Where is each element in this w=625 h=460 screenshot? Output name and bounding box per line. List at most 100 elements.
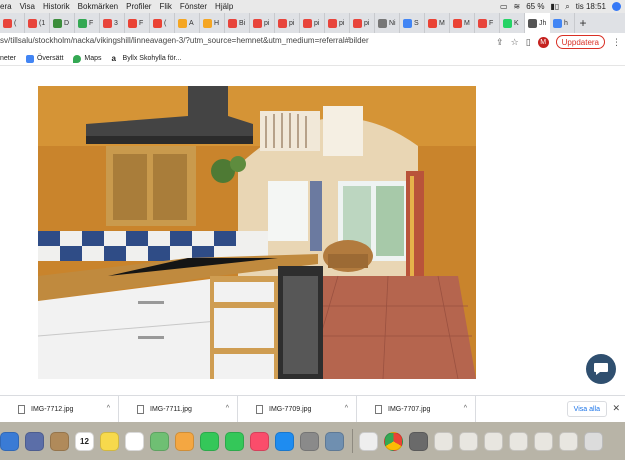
listing-photo[interactable] [38, 86, 476, 379]
browser-tab[interactable]: H [200, 13, 225, 33]
calendar-icon[interactable]: 12 [75, 431, 94, 451]
music-icon[interactable] [250, 431, 269, 451]
browser-tab[interactable]: Bi [225, 13, 250, 33]
download-item[interactable]: IMG-7712.jpg ^ [0, 395, 119, 423]
bookmark-oversatt[interactable]: Översätt [25, 54, 63, 63]
tab-label: pi [264, 19, 270, 27]
display-icon[interactable]: ▭ [500, 2, 508, 11]
tab-label: (1 [39, 19, 46, 27]
bookmark-label: Byllx Skohylla för... [122, 55, 182, 62]
chevron-up-icon[interactable]: ^ [107, 405, 110, 412]
menu-flik[interactable]: Flik [155, 2, 175, 11]
download-filename: IMG-7712.jpg [31, 405, 74, 413]
address-bar: sv/tillsalu/stockholm/nacka/vikingshill/… [0, 33, 625, 52]
contacts-icon[interactable] [50, 431, 69, 451]
window-6-icon[interactable] [559, 431, 578, 451]
more-menu-icon[interactable]: ⋮ [612, 37, 621, 48]
finder-icon[interactable] [0, 431, 19, 451]
close-icon[interactable]: ✕ [612, 403, 620, 414]
control-center-icon[interactable] [612, 2, 621, 11]
browser-tab[interactable]: M [425, 13, 450, 33]
mail-stamp-icon[interactable] [25, 431, 44, 451]
finder-window-icon[interactable] [359, 431, 378, 451]
browser-tab[interactable]: ( [150, 13, 175, 33]
trash-icon[interactable] [584, 431, 603, 451]
browser-tab[interactable]: pi [325, 13, 350, 33]
browser-tab[interactable]: Jh [525, 13, 550, 33]
tab-favicon-icon [403, 18, 412, 28]
app-store-icon[interactable] [275, 431, 294, 451]
browser-tab[interactable]: pi [300, 13, 325, 33]
browser-tab[interactable]: F [125, 13, 150, 33]
update-button[interactable]: Uppdatera [555, 35, 605, 49]
tab-label: M [439, 19, 445, 27]
browser-tab[interactable]: h [550, 13, 575, 33]
menu-bokmarken[interactable]: Bokmärken [74, 2, 122, 11]
reminders-icon[interactable] [125, 431, 144, 451]
browser-tab[interactable]: Ni [375, 13, 400, 33]
preview-icon[interactable] [325, 431, 344, 451]
window-2-icon[interactable] [459, 431, 478, 451]
browser-tab[interactable]: A [175, 13, 200, 33]
menu-profiler[interactable]: Profiler [122, 2, 155, 11]
messages-icon[interactable] [225, 431, 244, 451]
facetime-icon[interactable] [200, 431, 219, 451]
download-item[interactable]: IMG-7707.jpg ^ [357, 395, 476, 423]
side-panel-icon[interactable]: ▯ [526, 37, 531, 48]
tab-favicon-icon [203, 18, 212, 28]
download-item[interactable]: IMG-7709.jpg ^ [238, 395, 357, 423]
wifi-icon[interactable]: ≋ [514, 2, 521, 11]
menu-visa[interactable]: Visa [16, 2, 39, 11]
browser-tab[interactable]: pi [275, 13, 300, 33]
battery-icon[interactable]: ▮▯ [550, 2, 559, 11]
tab-favicon-icon [278, 18, 287, 28]
profile-avatar[interactable]: M [537, 36, 549, 48]
clock[interactable]: tis 18:51 [576, 2, 606, 11]
show-all-downloads-button[interactable]: Visa alla [566, 401, 607, 417]
window-4-icon[interactable] [509, 431, 528, 451]
chevron-up-icon[interactable]: ^ [345, 405, 348, 412]
browser-tab[interactable]: M [450, 13, 475, 33]
download-item[interactable]: IMG-7711.jpg ^ [119, 395, 238, 423]
menu-redigera[interactable]: era [0, 2, 16, 11]
status-area: ▭ ≋ 65 % ▮▯ ⌕ tis 18:51 [500, 0, 621, 13]
browser-tab[interactable]: S [400, 13, 425, 33]
bookmark-star-icon[interactable]: ☆ [511, 37, 519, 48]
browser-tab[interactable]: pi [350, 13, 375, 33]
chrome-icon[interactable] [384, 431, 403, 451]
share-icon[interactable]: ⇪ [496, 37, 504, 48]
window-1-icon[interactable] [434, 431, 453, 451]
printer-icon[interactable] [409, 431, 428, 451]
menu-hjalp[interactable]: Hjälp [211, 2, 237, 11]
chat-button[interactable] [586, 354, 616, 384]
browser-tab[interactable]: F [75, 13, 100, 33]
browser-tab[interactable]: D [50, 13, 75, 33]
browser-tab[interactable]: F [475, 13, 500, 33]
system-preferences-icon[interactable] [300, 431, 319, 451]
tab-favicon-icon [478, 18, 487, 28]
maps-icon[interactable] [150, 431, 169, 451]
browser-tab[interactable]: 3 [100, 13, 125, 33]
bookmark-neter[interactable]: neter [0, 55, 16, 62]
browser-tab[interactable]: (1 [25, 13, 50, 33]
search-icon[interactable]: ⌕ [565, 2, 569, 12]
browser-tab[interactable]: pi [250, 13, 275, 33]
browser-tab[interactable]: K [500, 13, 525, 33]
window-5-icon[interactable] [534, 431, 553, 451]
notes-icon[interactable] [100, 431, 119, 451]
menu-historik[interactable]: Historik [39, 2, 74, 11]
tab-favicon-icon [178, 18, 187, 28]
bookmark-maps[interactable]: Maps [73, 54, 102, 63]
download-filename: IMG-7709.jpg [269, 405, 312, 413]
photos-icon[interactable] [175, 431, 194, 451]
tab-label: S [414, 19, 419, 27]
chevron-up-icon[interactable]: ^ [226, 405, 229, 412]
tab-label: M [464, 19, 470, 27]
new-tab-button[interactable]: + [575, 16, 591, 30]
bookmark-skohylla[interactable]: a Byllx Skohylla för... [111, 54, 182, 63]
menu-fonster[interactable]: Fönster [176, 2, 211, 11]
browser-tab[interactable]: ( [0, 13, 25, 33]
url-field[interactable]: sv/tillsalu/stockholm/nacka/vikingshill/… [0, 36, 369, 45]
chevron-up-icon[interactable]: ^ [464, 405, 467, 412]
window-3-icon[interactable] [484, 431, 503, 451]
